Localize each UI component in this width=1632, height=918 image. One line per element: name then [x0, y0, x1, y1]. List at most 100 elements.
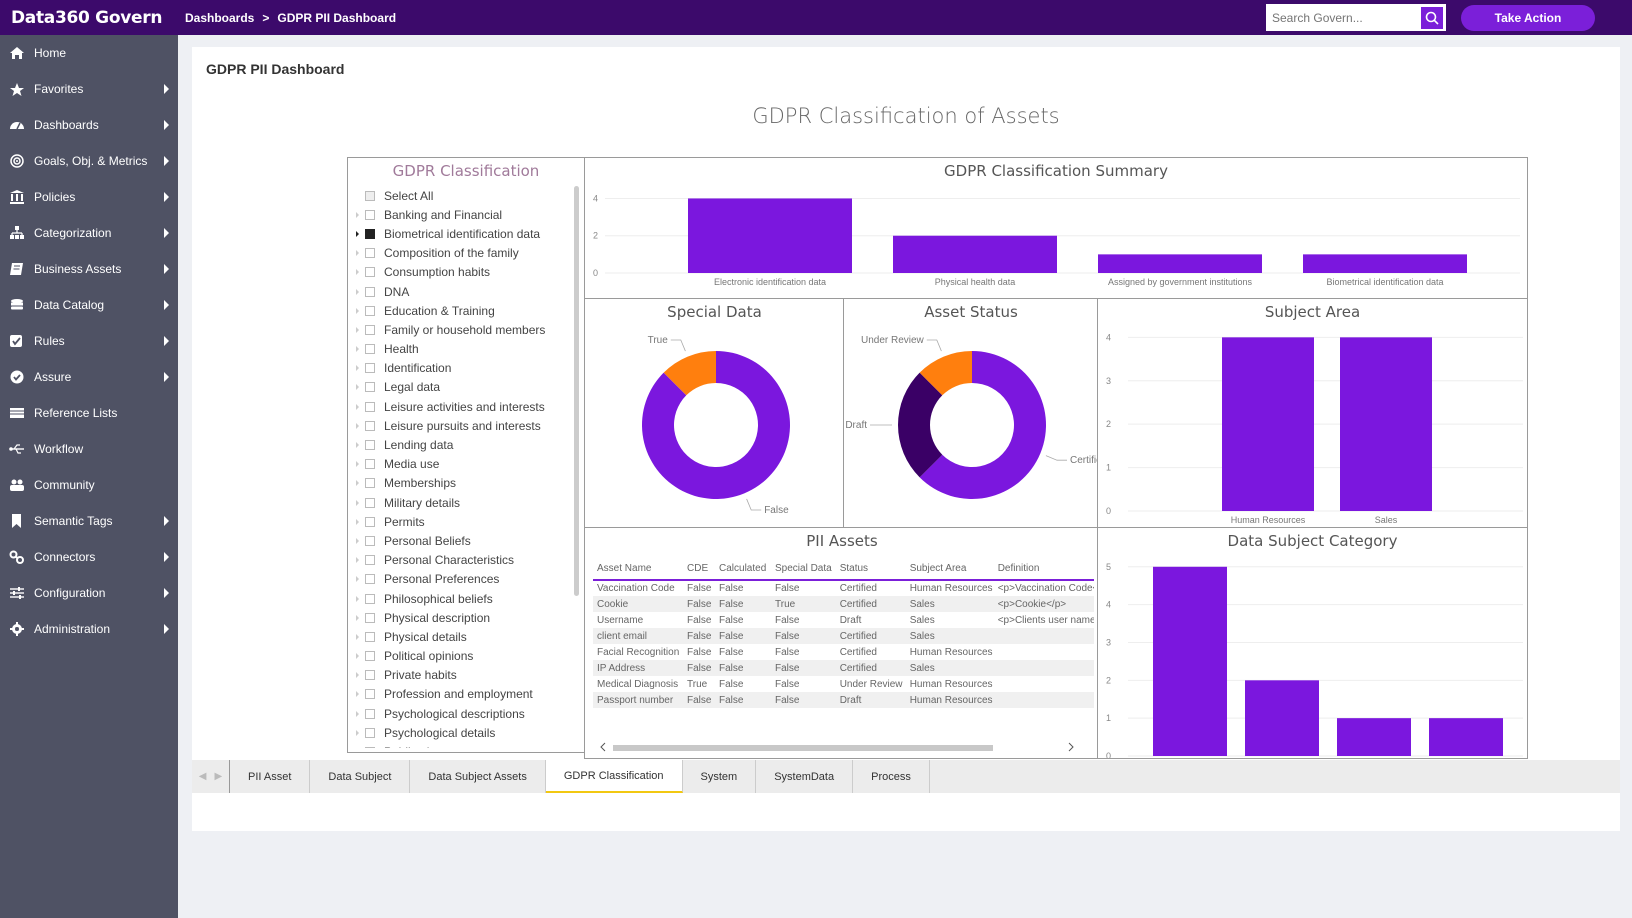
slicer-item[interactable]: Family or household members	[356, 320, 572, 339]
column-header[interactable]: CDE	[683, 558, 715, 581]
tab-process[interactable]: Process	[853, 760, 930, 793]
slicer-item[interactable]: Publications	[356, 742, 572, 748]
table-row[interactable]: IP Address False False False Certified Sales	[593, 660, 1094, 676]
bar[interactable]	[1245, 680, 1319, 756]
sidebar-item-categorization[interactable]: Categorization	[0, 215, 178, 251]
bar[interactable]	[1098, 254, 1262, 273]
expand-icon[interactable]	[356, 557, 359, 564]
checkbox[interactable]	[365, 689, 375, 700]
slicer-item[interactable]: Political opinions	[356, 647, 572, 666]
slicer-item[interactable]: Lending data	[356, 435, 572, 454]
bar[interactable]	[1222, 337, 1314, 511]
column-header[interactable]: Asset Name	[593, 558, 683, 581]
slicer-item[interactable]: Health	[356, 340, 572, 359]
bar[interactable]	[1340, 337, 1432, 511]
sidebar-item-policies[interactable]: Policies	[0, 179, 178, 215]
expand-icon[interactable]	[356, 729, 359, 736]
tab-data-subject-assets[interactable]: Data Subject Assets	[410, 760, 546, 793]
checkbox[interactable]	[365, 651, 375, 662]
sidebar-item-administration[interactable]: Administration	[0, 611, 178, 647]
tab-systemdata[interactable]: SystemData	[756, 760, 854, 793]
prev-tab-icon[interactable]: ◀	[199, 771, 207, 782]
expand-icon[interactable]	[356, 461, 359, 468]
expand-icon[interactable]	[356, 365, 359, 372]
slicer-item[interactable]: Personal Preferences	[356, 570, 572, 589]
sidebar-item-assure[interactable]: Assure	[0, 359, 178, 395]
slicer-item[interactable]: Leisure pursuits and interests	[356, 416, 572, 435]
sidebar-item-semantic-tags[interactable]: Semantic Tags	[0, 503, 178, 539]
slicer-item[interactable]: Personal Characteristics	[356, 551, 572, 570]
expand-icon[interactable]	[356, 211, 359, 218]
slicer-item[interactable]: Permits	[356, 512, 572, 531]
bar[interactable]	[1429, 718, 1503, 756]
expand-icon[interactable]	[356, 307, 359, 314]
checkbox[interactable]	[365, 440, 375, 451]
checkbox[interactable]	[365, 190, 375, 201]
slicer-item[interactable]: Memberships	[356, 474, 572, 493]
sidebar-item-rules[interactable]: Rules	[0, 323, 178, 359]
checkbox[interactable]	[365, 286, 375, 297]
expand-icon[interactable]	[356, 576, 359, 583]
table-row[interactable]: client email False False False Certified Sale…	[593, 628, 1094, 644]
checkbox[interactable]	[365, 324, 375, 335]
checkbox[interactable]	[365, 478, 375, 489]
horizontal-scrollbar[interactable]	[599, 742, 1075, 752]
checkbox[interactable]	[365, 593, 375, 604]
slicer-item[interactable]: Biometrical identification data	[356, 224, 572, 243]
checkbox[interactable]	[365, 420, 375, 431]
slicer-item[interactable]: Physical details	[356, 627, 572, 646]
sidebar-item-reference-lists[interactable]: Reference Lists	[0, 395, 178, 431]
bar[interactable]	[1337, 718, 1411, 756]
checkbox[interactable]	[365, 459, 375, 470]
sidebar-item-community[interactable]: Community	[0, 467, 178, 503]
slicer-item[interactable]: Psychological descriptions	[356, 704, 572, 723]
checkbox[interactable]	[365, 228, 375, 239]
sidebar-item-goals-obj-metrics[interactable]: Goals, Obj. & Metrics	[0, 143, 178, 179]
checkbox[interactable]	[365, 363, 375, 374]
slicer-item[interactable]: Banking and Financial	[356, 205, 572, 224]
sidebar-item-workflow[interactable]: Workflow	[0, 431, 178, 467]
slicer-item[interactable]: Leisure activities and interests	[356, 397, 572, 416]
bar[interactable]	[688, 198, 852, 273]
expand-icon[interactable]	[356, 595, 359, 602]
expand-icon[interactable]	[356, 499, 359, 506]
checkbox[interactable]	[365, 535, 375, 546]
tab-pii-asset[interactable]: PII Asset	[230, 760, 311, 793]
bar[interactable]	[1153, 566, 1227, 756]
slicer-item[interactable]: DNA	[356, 282, 572, 301]
expand-icon[interactable]	[356, 653, 359, 660]
slicer-item[interactable]: Composition of the family	[356, 244, 572, 263]
checkbox[interactable]	[365, 344, 375, 355]
expand-icon[interactable]	[356, 422, 359, 429]
expand-icon[interactable]	[356, 710, 359, 717]
slicer-item[interactable]: Media use	[356, 455, 572, 474]
bar[interactable]	[1303, 254, 1467, 273]
column-header[interactable]: Calculated	[715, 558, 771, 581]
expand-icon[interactable]	[356, 480, 359, 487]
table-row[interactable]: Username False False False Draft Sales <p>Clie…	[593, 612, 1094, 628]
checkbox[interactable]	[365, 612, 375, 623]
sidebar-item-data-catalog[interactable]: Data Catalog	[0, 287, 178, 323]
slicer-item[interactable]: Legal data	[356, 378, 572, 397]
column-header[interactable]: Status	[835, 558, 906, 581]
expand-icon[interactable]	[356, 384, 359, 391]
checkbox[interactable]	[365, 401, 375, 412]
tab-data-subject[interactable]: Data Subject	[310, 760, 411, 793]
slicer-item[interactable]: Philosophical beliefs	[356, 589, 572, 608]
expand-icon[interactable]	[356, 672, 359, 679]
checkbox[interactable]	[365, 516, 375, 527]
tab-gdpr-classification[interactable]: GDPR Classification	[545, 760, 683, 793]
tab-system[interactable]: System	[683, 760, 757, 793]
slicer-item[interactable]: Military details	[356, 493, 572, 512]
table-row[interactable]: Passport number False False False Draft Human…	[593, 692, 1094, 708]
expand-icon[interactable]	[356, 230, 359, 237]
take-action-button[interactable]: Take Action	[1461, 5, 1595, 31]
checkbox[interactable]	[365, 747, 375, 748]
table-row[interactable]: Vaccination Code False False False Certified…	[593, 580, 1094, 596]
checkbox[interactable]	[365, 382, 375, 393]
checkbox[interactable]	[365, 305, 375, 316]
sidebar-item-dashboards[interactable]: Dashboards	[0, 107, 178, 143]
slicer-item[interactable]: Physical description	[356, 608, 572, 627]
search-button[interactable]	[1421, 6, 1443, 29]
checkbox[interactable]	[365, 708, 375, 719]
